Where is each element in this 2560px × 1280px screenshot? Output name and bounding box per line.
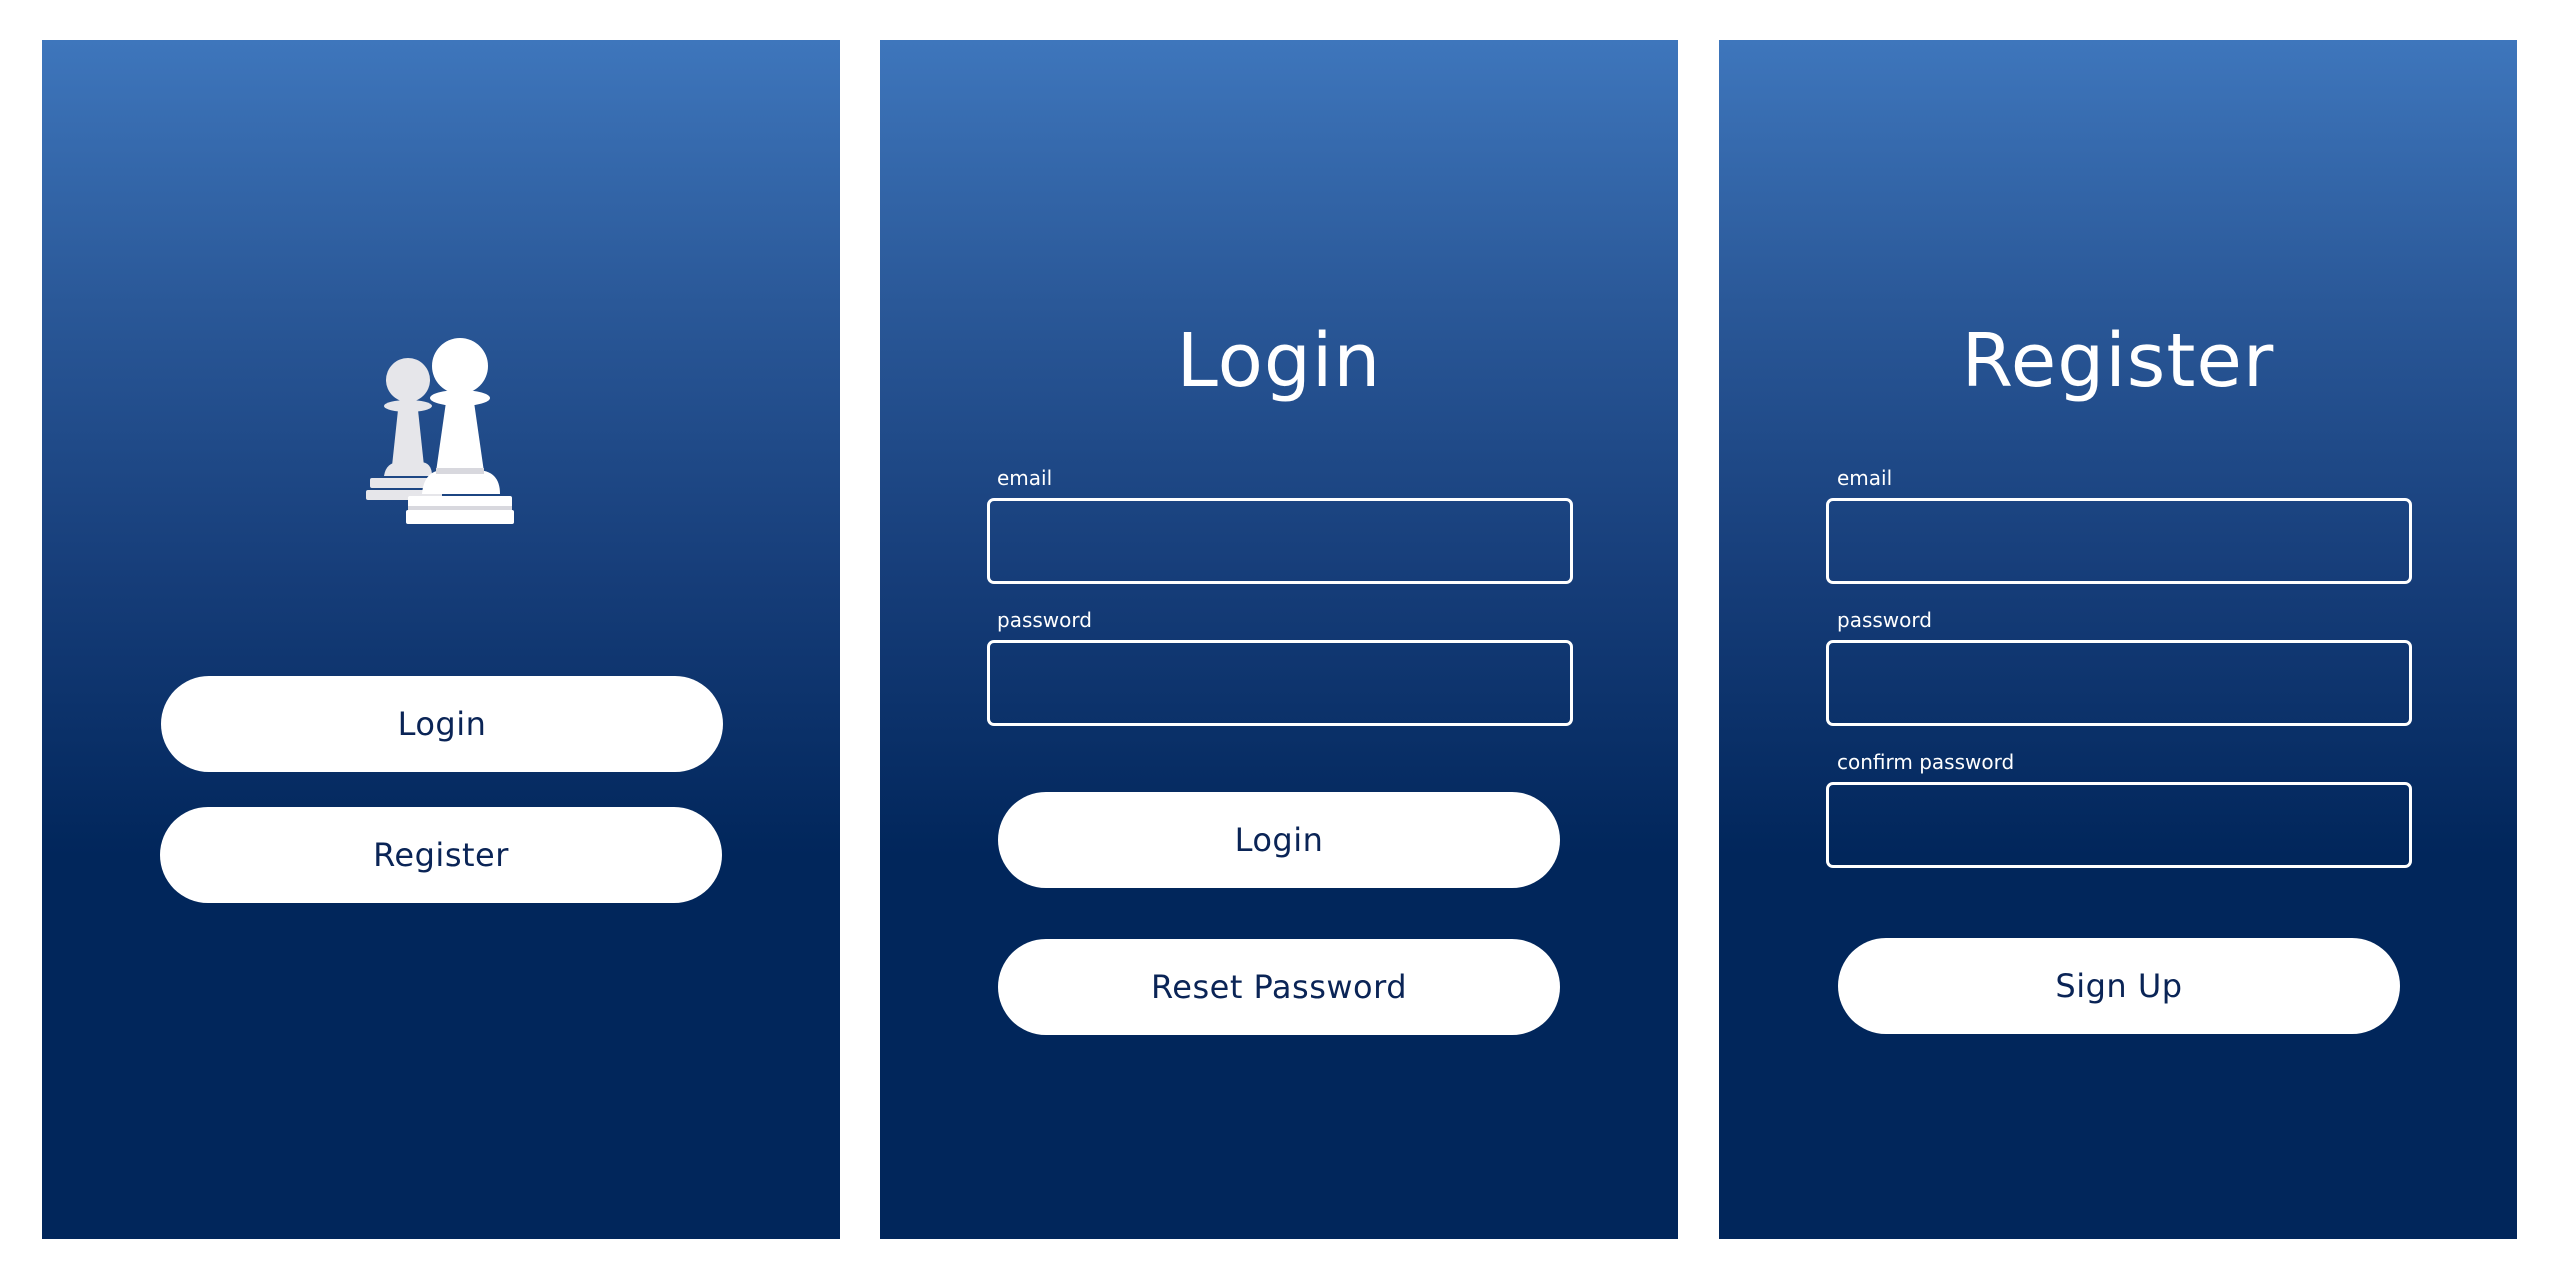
- email-field[interactable]: [987, 498, 1573, 584]
- password-label: password: [997, 608, 1092, 632]
- password-field[interactable]: [987, 640, 1573, 726]
- page-title: Login: [1176, 318, 1382, 404]
- reset-password-button[interactable]: Reset Password: [998, 939, 1560, 1035]
- login-screen: Login email password Login Reset Passwor…: [880, 40, 1678, 1239]
- confirm-password-label: confirm password: [1837, 750, 2015, 774]
- email-label: email: [1837, 466, 1893, 490]
- register-screen: Register email password confirm password…: [1719, 40, 2517, 1239]
- sign-up-button[interactable]: Sign Up: [1838, 938, 2400, 1034]
- welcome-screen: Login Register: [42, 40, 840, 1239]
- password-label: password: [1837, 608, 1932, 632]
- confirm-password-field[interactable]: [1826, 782, 2412, 868]
- page-title: Register: [1961, 318, 2275, 404]
- chess-pawns-icon: [366, 338, 514, 524]
- login-submit-button[interactable]: Login: [998, 792, 1560, 888]
- email-field[interactable]: [1826, 498, 2412, 584]
- email-label: email: [997, 466, 1053, 490]
- password-field[interactable]: [1826, 640, 2412, 726]
- login-button[interactable]: Login: [161, 676, 723, 772]
- register-button[interactable]: Register: [160, 807, 722, 903]
